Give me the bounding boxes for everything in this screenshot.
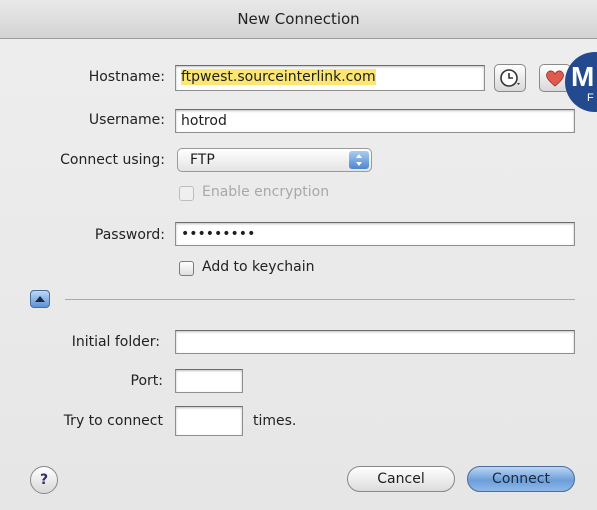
- hostname-field[interactable]: ftpwest.sourceinterlink.com: [175, 65, 485, 91]
- initial-folder-label: Initial folder:: [71, 334, 160, 350]
- corner-badge: M F: [565, 52, 597, 112]
- badge-letter: M: [571, 61, 595, 92]
- times-label: times.: [253, 413, 297, 429]
- hostname-value: ftpwest.sourceinterlink.com: [181, 69, 376, 85]
- username-label: Username:: [88, 112, 165, 128]
- window-title: New Connection: [0, 0, 597, 39]
- port-field[interactable]: [175, 369, 243, 393]
- separator: [65, 299, 575, 300]
- initial-folder-field[interactable]: [175, 330, 575, 354]
- connect-using-label: Connect using:: [60, 152, 165, 168]
- up-down-arrows-icon: [349, 151, 369, 169]
- username-field[interactable]: hotrod: [175, 109, 575, 133]
- encryption-label: Enable encryption: [202, 184, 330, 200]
- new-connection-dialog: New Connection Hostname: ftpwest.sourcei…: [0, 0, 597, 510]
- clock-icon: [500, 69, 520, 87]
- badge-sub: F: [587, 92, 594, 104]
- help-button[interactable]: ?: [30, 466, 58, 494]
- connect-button[interactable]: Connect: [467, 466, 575, 492]
- triangle-up-icon: [35, 296, 45, 302]
- retry-count-field[interactable]: [175, 406, 243, 436]
- keychain-label: Add to keychain: [202, 259, 315, 275]
- connect-using-popup[interactable]: FTP: [177, 148, 372, 172]
- hostname-label: Hostname:: [88, 69, 165, 85]
- connect-using-value: FTP: [190, 152, 215, 168]
- password-field[interactable]: •••••••••: [175, 222, 575, 246]
- cancel-button[interactable]: Cancel: [347, 466, 455, 492]
- encryption-checkbox[interactable]: [179, 186, 194, 201]
- keychain-checkbox[interactable]: [179, 261, 194, 276]
- try-to-connect-label: Try to connect: [63, 413, 163, 429]
- password-label: Password:: [94, 227, 165, 243]
- disclosure-button[interactable]: [30, 290, 50, 308]
- port-label: Port:: [130, 373, 163, 389]
- history-button[interactable]: [494, 64, 526, 92]
